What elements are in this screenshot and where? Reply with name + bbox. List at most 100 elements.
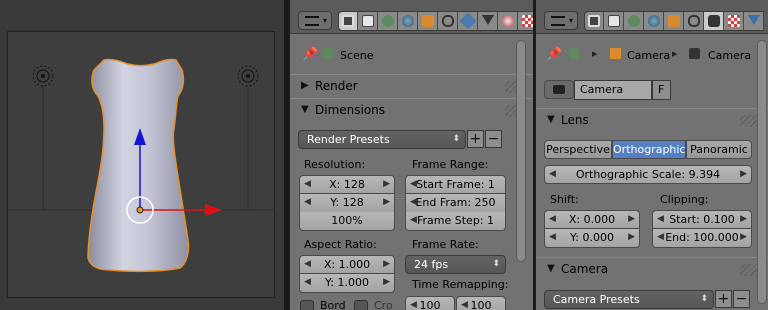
camera-presets-dropdown[interactable]: Camera Presets ⬍ (544, 290, 714, 309)
clip-end-field[interactable]: ◀ End: 100.000 ▶ (652, 229, 752, 248)
updown-arrow-icon: ⬍ (700, 294, 708, 304)
aspect-y-field[interactable]: ◀ Y: 1.000 ▶ (299, 274, 395, 293)
tab-texture[interactable] (518, 11, 533, 31)
editor-type-icon (305, 16, 319, 26)
crop-checkbox[interactable] (354, 300, 368, 310)
camera-data-icon (689, 48, 700, 59)
tab-texture[interactable] (724, 11, 744, 31)
lens-orthographic-button[interactable]: Orthographic (612, 140, 686, 159)
tab-scene[interactable] (624, 11, 644, 31)
tab-scene[interactable] (378, 11, 398, 31)
tab-constraints[interactable] (438, 11, 458, 31)
datablock-browse-button[interactable] (544, 80, 574, 99)
tab-world[interactable] (644, 11, 664, 31)
resolution-label: Resolution: (304, 158, 366, 171)
add-preset-button[interactable]: + (467, 130, 484, 148)
tab-modifiers[interactable] (458, 11, 478, 31)
pin-icon[interactable]: 📌 (302, 47, 318, 62)
lamp-right-icon[interactable] (237, 65, 259, 210)
tab-render-layers[interactable] (358, 11, 378, 31)
tab-render[interactable] (338, 11, 358, 31)
updown-arrow-icon: ⬍ (452, 134, 460, 144)
pin-icon[interactable]: 📌 (546, 47, 562, 62)
properties-editor-camera: ▾ 📌 ▸ Camera ▸ Camera Camera F ▼ Lens Pe… (536, 0, 768, 310)
object-icon (421, 15, 434, 27)
viewport-3d[interactable] (0, 0, 288, 310)
drag-grip-icon[interactable] (740, 264, 758, 276)
shift-x-field[interactable]: ◀ X: 0.000 ▶ (544, 210, 640, 229)
resolution-x-field[interactable]: ◀ X: 128 ▶ (299, 175, 395, 194)
fake-user-button[interactable]: F (652, 80, 671, 100)
drag-grip-icon[interactable] (740, 115, 758, 127)
tab-physics[interactable] (744, 11, 764, 31)
start-frame-field[interactable]: ◀ Start Frame: 1 (405, 175, 506, 194)
layers-icon (361, 15, 374, 27)
scrollbar[interactable] (516, 40, 526, 262)
breadcrumb-separator-icon: ▸ (672, 47, 678, 60)
layers-icon (607, 15, 620, 27)
tab-constraints[interactable] (684, 11, 704, 31)
tab-render[interactable] (584, 11, 604, 31)
section-label: Render (315, 79, 358, 93)
remove-preset-button[interactable]: − (733, 290, 750, 308)
tab-world[interactable] (398, 11, 418, 31)
expanded-triangle-icon: ▼ (547, 114, 555, 125)
resolution-y-field[interactable]: ◀ Y: 128 ▶ (299, 194, 395, 213)
context-label: Scene (340, 49, 374, 62)
camera-icon (342, 15, 354, 27)
render-presets-dropdown[interactable]: Render Presets ⬍ (298, 130, 466, 149)
time-remap-old-field[interactable]: ◀ 100 (405, 296, 455, 310)
camera-data-icon (553, 85, 565, 94)
editor-type-button[interactable]: ▾ (544, 11, 578, 30)
add-preset-button[interactable]: + (715, 290, 732, 308)
frame-rate-dropdown[interactable]: 24 fps ⬍ (405, 255, 506, 274)
lens-perspective-button[interactable]: Perspective (544, 140, 612, 159)
material-icon (501, 15, 514, 27)
updown-arrow-icon: ⬍ (492, 259, 500, 269)
tab-object[interactable] (664, 11, 684, 31)
shift-y-field[interactable]: ◀ Y: 0.000 ▶ (544, 229, 640, 248)
clipping-label: Clipping: (660, 193, 709, 206)
tab-render-layers[interactable] (604, 11, 624, 31)
section-render[interactable]: ▶ Render (290, 74, 533, 98)
aspect-ratio-label: Aspect Ratio: (304, 238, 377, 251)
object-icon (667, 15, 680, 27)
properties-header: ▾ (290, 0, 533, 34)
tab-material[interactable] (498, 11, 518, 31)
scene-icon (569, 48, 579, 59)
dropdown-label: Camera Presets (553, 293, 640, 306)
section-camera[interactable]: ▼ Camera (536, 257, 768, 281)
tab-camera-data[interactable] (704, 11, 724, 31)
section-dimensions[interactable]: ▼ Dimensions (290, 98, 533, 122)
section-lens[interactable]: ▼ Lens (536, 108, 768, 132)
clip-start-field[interactable]: ◀ Start: 0.100 ▶ (652, 210, 752, 229)
end-frame-field[interactable]: ◀ End Fram: 250 (405, 194, 506, 213)
texture-icon (521, 15, 533, 27)
breadcrumb-object: Camera (627, 49, 671, 62)
datablock-name-field[interactable]: Camera (574, 80, 652, 100)
shift-label: Shift: (550, 193, 579, 206)
properties-editor-render: ▾ 📌 Scene ▶ Render ▼ Dimensions Render P… (290, 0, 533, 310)
scrollbar[interactable] (757, 40, 767, 304)
context-tabs (584, 11, 764, 31)
lens-panoramic-button[interactable]: Panoramic (686, 140, 752, 159)
mesh-data-icon (481, 15, 494, 27)
tab-data[interactable] (478, 11, 498, 31)
collapsed-triangle-icon: ▶ (301, 80, 309, 91)
border-checkbox[interactable] (300, 300, 314, 310)
tab-object[interactable] (418, 11, 438, 31)
resolution-percent-field[interactable]: 100% (299, 212, 395, 231)
properties-header: ▾ (536, 0, 768, 34)
dress-mesh[interactable] (87, 58, 190, 273)
lamp-left-icon[interactable] (32, 65, 54, 210)
editor-type-button[interactable]: ▾ (298, 11, 332, 30)
camera-object-icon (610, 48, 621, 59)
time-remap-new-field[interactable]: ◀ 100 (456, 296, 506, 310)
section-label: Lens (561, 113, 589, 127)
frame-step-field[interactable]: ◀ Frame Step: 1 (405, 212, 506, 231)
remove-preset-button[interactable]: − (485, 130, 502, 148)
scene-icon (323, 48, 333, 59)
frame-rate-label: Frame Rate: (412, 238, 479, 251)
aspect-x-field[interactable]: ◀ X: 1.000 ▶ (299, 255, 395, 274)
orthographic-scale-field[interactable]: ◀ Orthographic Scale: 9.394 ▶ (544, 165, 752, 184)
